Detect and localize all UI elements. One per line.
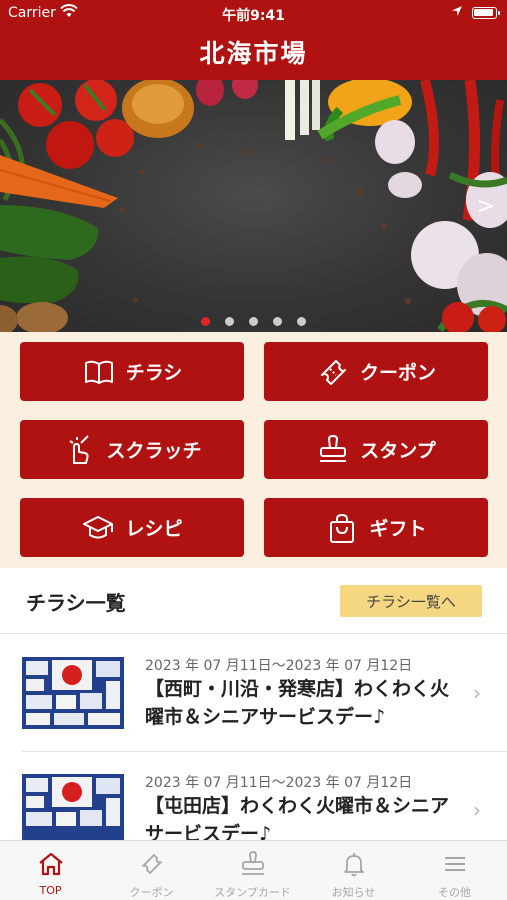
home-icon [39, 852, 63, 876]
bell-icon [344, 853, 364, 877]
tab-label: TOP [39, 884, 62, 897]
list-item[interactable]: 2023 年 07 月11日～2023 年 07 月12日 【屯田店】わくわく火… [0, 752, 507, 846]
flyer-thumbnail [22, 774, 124, 846]
scratch-button-label: スクラッチ [106, 440, 202, 462]
tab-notices[interactable]: お知らせ [303, 841, 404, 900]
ticket-icon [320, 359, 346, 385]
tab-stamp-card[interactable]: スタンプカード [202, 841, 303, 900]
coupon-button-label: クーポン [359, 362, 436, 384]
app-header: 北海市場 [0, 28, 507, 80]
scratch-button[interactable]: スクラッチ [20, 420, 244, 479]
tab-coupon[interactable]: クーポン [101, 841, 202, 900]
book-icon [84, 360, 113, 384]
flyer-list-title: チラシ一覧 [26, 591, 126, 615]
flyer-title: 【西町・川沿・発寒店】わくわく火曜市＆シニアサービスデー♪ [145, 678, 450, 728]
list-item[interactable]: 2023 年 07 月11日～2023 年 07 月12日 【西町・川沿・発寒店… [0, 635, 507, 752]
tab-label: お知らせ [331, 886, 376, 899]
app-title: 北海市場 [199, 39, 308, 68]
flyer-thumbnail [22, 657, 124, 729]
carousel-dot[interactable] [249, 317, 258, 326]
feature-menu: チラシ クーポン スクラッチ スタンプ レシピ ギフト [0, 332, 507, 568]
stamp-icon [320, 434, 347, 462]
tab-label: その他 [438, 886, 471, 899]
flyer-date: 2023 年 07 月11日～2023 年 07 月12日 [145, 775, 413, 791]
tab-other[interactable]: その他 [404, 841, 505, 900]
banner-carousel[interactable]: > [0, 80, 507, 332]
stamp-button[interactable]: スタンプ [264, 420, 488, 479]
list-icon [445, 857, 465, 871]
gift-button-label: ギフト [369, 518, 427, 540]
chevron-right-icon: › [473, 681, 481, 705]
location-arrow-icon [451, 5, 463, 21]
gift-button[interactable]: ギフト [264, 498, 488, 557]
tab-label: クーポン [129, 886, 174, 899]
carousel-dot[interactable] [200, 317, 210, 326]
stamp-button-label: スタンプ [360, 440, 436, 462]
tab-label: スタンプカード [214, 886, 291, 899]
graduation-cap-icon [83, 515, 114, 538]
recipe-button[interactable]: レシピ [20, 498, 244, 557]
stamp-icon [242, 851, 264, 875]
carousel-page-indicator[interactable] [0, 311, 507, 330]
flyer-list-more-button[interactable]: チラシ一覧へ [340, 585, 482, 617]
flyer-button-label: チラシ [125, 362, 183, 384]
hand-tap-icon [69, 434, 90, 464]
banner-next-button[interactable]: > [477, 194, 495, 219]
ticket-icon [142, 854, 162, 874]
vegetable-photo [0, 80, 507, 332]
flyer-list-header: チラシ一覧 チラシ一覧へ [0, 568, 507, 634]
flyer-button[interactable]: チラシ [20, 342, 244, 401]
carousel-dot[interactable] [273, 317, 283, 326]
clock: 午前9:41 [222, 8, 285, 24]
recipe-button-label: レシピ [125, 518, 183, 540]
battery-icon [472, 7, 500, 19]
flyer-date: 2023 年 07 月11日～2023 年 07 月12日 [145, 658, 413, 674]
status-bar: Carrier 午前9:41 [0, 0, 507, 28]
shopping-bag-icon [330, 513, 355, 543]
tab-bar: TOP クーポン スタンプカード お知らせ その他 [0, 840, 507, 900]
chevron-right-icon: › [473, 798, 481, 822]
carousel-dot[interactable] [297, 317, 307, 326]
tab-top[interactable]: TOP [0, 841, 101, 900]
coupon-button[interactable]: クーポン [264, 342, 488, 401]
carousel-dot[interactable] [224, 317, 234, 326]
